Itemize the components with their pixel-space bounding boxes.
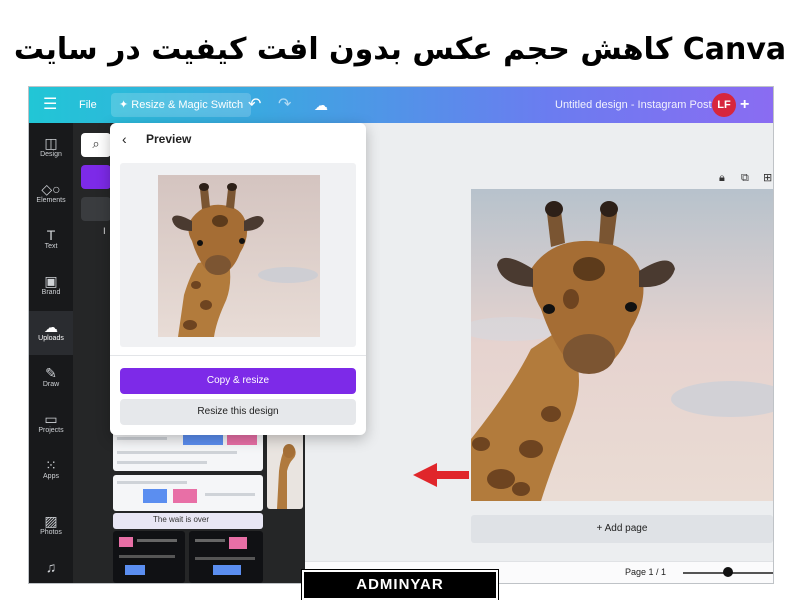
copy-and-resize-button[interactable]: Copy & resize: [120, 368, 356, 394]
resize-magic-switch-button[interactable]: ✦ Resize & Magic Switch: [111, 93, 252, 117]
file-menu-button[interactable]: File: [79, 87, 97, 123]
rail-item-label: Draw: [42, 381, 60, 388]
left-rail: ◫ Design ◇○ Elements T Text ▣ Brand ☁ Up…: [29, 123, 73, 583]
upload-files-button[interactable]: [81, 165, 111, 189]
page-heading: کاهش حجم عکس بدون افت کیفیت در سایت Canv…: [13, 32, 787, 67]
top-bar: ☰ File ✦ Resize & Magic Switch ↶ ↷ ☁ Unt…: [29, 87, 773, 123]
folder-icon: ▭: [44, 411, 58, 427]
thumbnail-banner-text: The wait is over: [153, 515, 210, 524]
rail-item-photos[interactable]: ▨ Photos: [29, 505, 73, 549]
zoom-slider-knob[interactable]: [723, 567, 733, 577]
document-title[interactable]: Untitled design - Instagram Post: [555, 87, 712, 123]
rail-item-label: Elements: [36, 197, 66, 204]
upload-thumbnail[interactable]: [113, 475, 263, 511]
text-icon: T: [46, 227, 56, 243]
red-arrow-annotation: [413, 463, 469, 487]
popup-title: Preview: [146, 132, 192, 146]
rail-item-audio[interactable]: ♫: [29, 551, 73, 583]
canva-screenshot: ☰ File ✦ Resize & Magic Switch ↶ ↷ ☁ Unt…: [28, 86, 774, 584]
photo-icon: ▨: [44, 513, 58, 529]
search-icon[interactable]: ⌕: [81, 133, 111, 157]
cloud-save-icon[interactable]: ☁: [314, 87, 328, 123]
brand-icon: ▣: [44, 273, 58, 289]
rail-item-elements[interactable]: ◇○ Elements: [29, 173, 73, 217]
add-page-button[interactable]: + Add page: [471, 515, 773, 543]
tab-images[interactable]: I: [103, 227, 106, 237]
upload-thumbnail[interactable]: [113, 531, 185, 583]
record-button[interactable]: [81, 197, 111, 221]
rail-item-uploads[interactable]: ☁ Uploads: [29, 311, 73, 355]
duplicate-page-icon[interactable]: ⧉: [741, 171, 749, 185]
rail-item-label: Uploads: [38, 335, 64, 342]
layout-icon: ◫: [44, 135, 58, 151]
page-indicator[interactable]: Page 1 / 1: [625, 567, 666, 577]
rail-item-label: Brand: [41, 289, 61, 296]
add-collaborator-icon[interactable]: +: [740, 87, 749, 123]
rail-item-label: Projects: [38, 427, 64, 434]
preview-giraffe-image: [158, 175, 320, 337]
rail-item-label: Text: [44, 243, 58, 250]
resize-this-design-button[interactable]: Resize this design: [120, 399, 356, 425]
watermark-label: ADMINYAR: [301, 569, 499, 600]
avatar[interactable]: LF: [712, 93, 736, 117]
rail-item-projects[interactable]: ▭ Projects: [29, 403, 73, 447]
shapes-icon: ◇○: [41, 181, 61, 197]
rail-item-label: Apps: [43, 473, 59, 480]
upload-thumbnail[interactable]: [189, 531, 263, 583]
rail-item-label: Design: [40, 151, 62, 158]
rail-item-label: Photos: [40, 529, 62, 536]
rail-item-apps[interactable]: ⁙ Apps: [29, 449, 73, 493]
rail-item-text[interactable]: T Text: [29, 219, 73, 263]
rail-item-brand[interactable]: ▣ Brand: [29, 265, 73, 309]
redo-icon[interactable]: ↷: [278, 87, 291, 123]
lock-icon[interactable]: 🔒︎: [719, 171, 725, 185]
preview-popup: ‹ Preview Copy & resize Resize this desi…: [110, 123, 366, 435]
add-page-icon[interactable]: ⊞: [763, 171, 772, 184]
undo-icon[interactable]: ↶: [248, 87, 261, 123]
design-canvas-giraffe[interactable]: [471, 189, 773, 501]
upload-cloud-icon: ☁: [44, 319, 58, 335]
popup-divider: [110, 355, 366, 356]
upload-thumbnail[interactable]: The wait is over: [113, 513, 263, 529]
music-note-icon: ♫: [45, 559, 57, 575]
back-chevron-icon[interactable]: ‹: [122, 131, 127, 147]
rail-item-design[interactable]: ◫ Design: [29, 127, 73, 171]
rail-item-draw[interactable]: ✎ Draw: [29, 357, 73, 401]
preview-area: [120, 163, 356, 347]
apps-grid-icon: ⁙: [45, 457, 57, 473]
pen-icon: ✎: [45, 365, 57, 381]
menu-icon[interactable]: ☰: [43, 87, 57, 123]
